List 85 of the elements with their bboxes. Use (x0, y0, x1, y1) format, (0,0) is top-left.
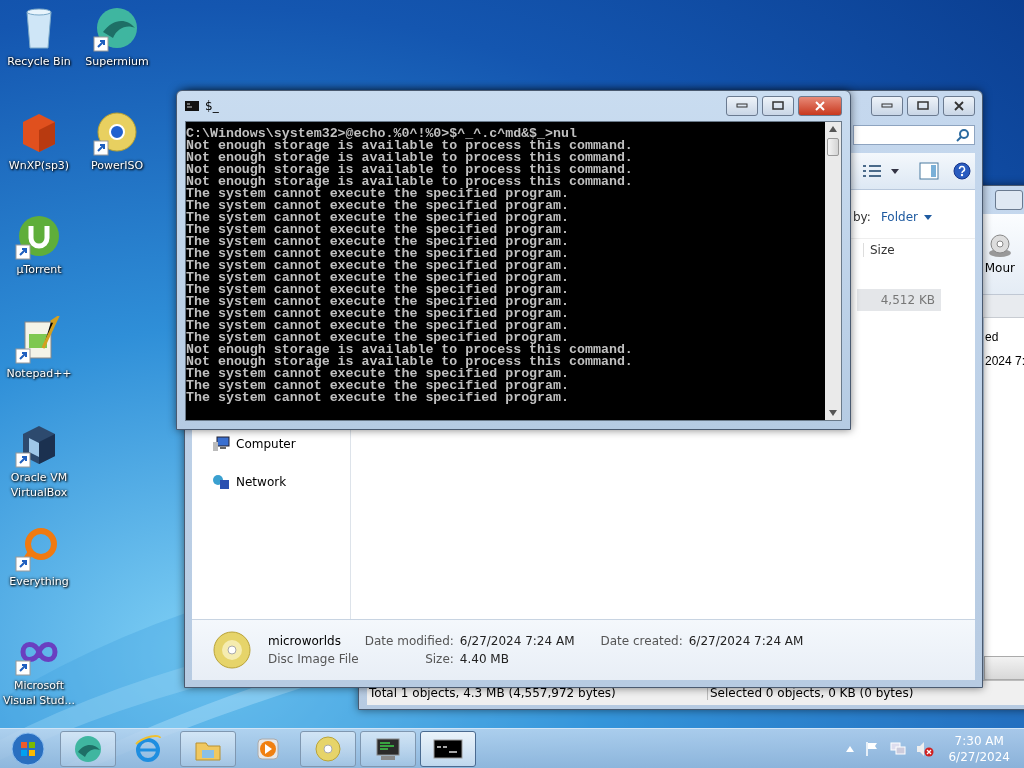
drive-icon (986, 233, 1013, 259)
console-line: The system cannot execute the specified program. (186, 236, 570, 248)
desktop-icon-label[interactable]: µTorrent (1, 262, 77, 277)
field-label: Size: (424, 652, 454, 666)
desktop-icon-label[interactable]: Supermium (79, 54, 155, 69)
console-line: The system cannot execute the specified program. (186, 380, 570, 392)
column-header[interactable]: ed (984, 330, 999, 344)
console-line: The system cannot execute the specified program. (186, 308, 570, 320)
minimize-icon (736, 103, 748, 109)
desktop-icon-label[interactable]: PowerISO (79, 158, 155, 173)
console-line: Not enough storage is available to process this command. (186, 344, 634, 356)
browser-icon (133, 733, 163, 764)
console-line: The system cannot execute the specified program. (186, 392, 570, 404)
terminal-icon (185, 101, 199, 111)
clock-date: 6/27/2024 (948, 748, 1010, 765)
console-line: C:\Windows\system32>@echo.%0^!%0>$^_^.c^md&$_>nul (186, 128, 577, 140)
scroll-up-icon[interactable] (829, 126, 837, 132)
status-text: Total 1 objects, 4.3 MB (4,557,972 bytes) (368, 686, 617, 700)
help-icon[interactable] (953, 162, 971, 180)
console-line: The system cannot execute the specified program. (186, 368, 570, 380)
close-icon (814, 101, 826, 111)
file-row[interactable]: 4,512 KB (857, 289, 941, 311)
taskbar-button[interactable] (360, 730, 416, 767)
disc-icon (313, 733, 343, 764)
console-line: Not enough storage is available to process this command. (186, 176, 634, 188)
desktop-icon-label[interactable]: Recycle Bin (1, 54, 77, 69)
field-value: 6/27/2024 7:24 AM (688, 634, 804, 648)
field-value: 6/27/2024 7:24 AM (459, 634, 575, 648)
file-name: microworlds (268, 634, 342, 648)
minimize-icon (881, 103, 893, 109)
network-icon (212, 474, 230, 490)
nav-item[interactable]: Computer (236, 437, 296, 451)
desktop-icon-label[interactable]: WnXP(sp3) (1, 158, 77, 173)
console-line: Not enough storage is available to process this command. (186, 140, 634, 152)
close-button[interactable] (943, 96, 975, 116)
console-line: The system cannot execute the specified program. (186, 212, 570, 224)
clock-time: 7:30 AM (954, 732, 1004, 749)
minimize-button[interactable] (995, 190, 1023, 210)
console-line: Not enough storage is available to process this command. (186, 356, 634, 368)
file-type: Disc Image File (268, 652, 359, 666)
console-line: The system cannot execute the specified program. (186, 188, 570, 200)
scrollbar[interactable] (825, 122, 841, 420)
minimize-button[interactable] (871, 96, 903, 116)
close-icon (953, 101, 965, 111)
console-line: The system cannot execute the specified program. (186, 200, 570, 212)
maximize-button[interactable] (907, 96, 939, 116)
console-line: The system cannot execute the specified program. (186, 272, 570, 284)
console-line: Not enough storage is available to process this command. (186, 152, 634, 164)
arrange-label: by: (853, 210, 871, 224)
desktop-icon-label[interactable]: Oracle VM VirtualBox (1, 470, 77, 500)
computer-icon (212, 436, 230, 452)
minimize-button[interactable] (726, 96, 758, 116)
caret-icon (924, 214, 932, 220)
console-line: The system cannot execute the specified program. (186, 248, 570, 260)
desktop-icon-label[interactable]: Notepad++ (1, 366, 77, 381)
arrange-dropdown[interactable]: Folder (880, 210, 932, 224)
field-value: 4.40 MB (459, 652, 510, 666)
scrollbar-thumb[interactable] (827, 138, 839, 156)
field-label: Date modified: (364, 634, 454, 648)
field-label: Date created: (600, 634, 683, 648)
console-line: The system cannot execute the specified program. (186, 320, 570, 332)
window-title: $_ (205, 99, 219, 113)
preview-pane-icon[interactable] (919, 162, 939, 180)
console-line: The system cannot execute the specified program. (186, 332, 569, 344)
mount-button[interactable]: Mour (984, 233, 1015, 275)
nav-item[interactable]: Network (236, 475, 287, 489)
scrollbar[interactable] (984, 656, 1024, 680)
console-line: The system cannot execute the specified program. (186, 260, 570, 272)
search-field[interactable] (853, 125, 975, 145)
console-line: Not enough storage is available to process this command. (186, 164, 634, 176)
maximize-button[interactable] (762, 96, 794, 116)
column-header[interactable]: Size (863, 243, 940, 257)
console-line: The system cannot execute the specified program. (186, 296, 570, 308)
scroll-down-icon[interactable] (829, 410, 837, 416)
table-cell: 4,512 KB (880, 293, 935, 307)
disc-icon (212, 630, 252, 670)
search-icon (956, 128, 970, 142)
maximize-icon (772, 101, 784, 111)
table-cell: 2024 7: (984, 354, 1024, 368)
console-line: The system cannot execute the specified program. (186, 284, 570, 296)
maximize-icon (917, 101, 929, 111)
taskbar-button[interactable] (420, 730, 476, 767)
muted-speaker-icon[interactable] (916, 740, 935, 757)
start-button[interactable] (10, 730, 46, 767)
console-line: The system cannot execute the specified program. (186, 224, 570, 236)
